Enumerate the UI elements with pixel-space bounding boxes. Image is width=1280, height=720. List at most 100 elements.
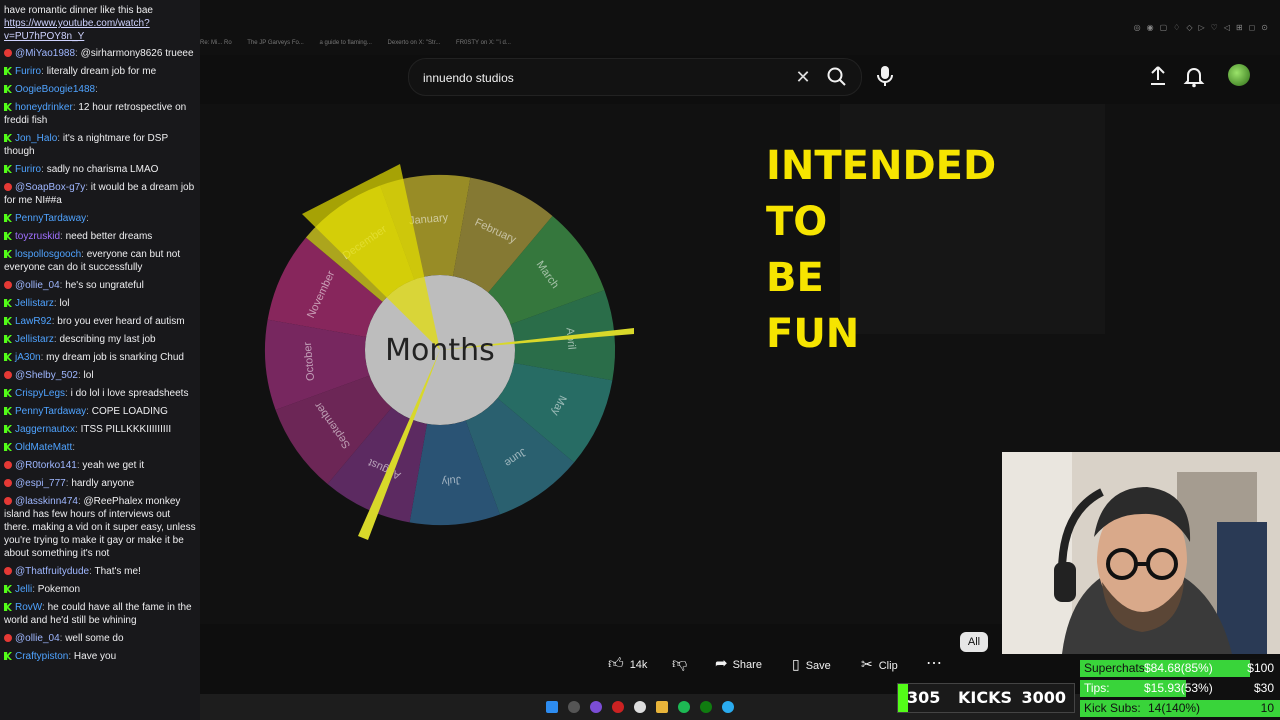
chat-separator: : (86, 213, 89, 224)
chat-message: @espi_777: hardly anyone (0, 475, 200, 493)
kick-badge-icon (4, 335, 12, 343)
chat-message: Furiro: sadly no charisma LMAO (0, 161, 200, 179)
kick-badge-icon (4, 214, 12, 222)
kick-badge-icon (4, 603, 12, 611)
tab-2[interactable]: The JP Garveys Fo... (247, 40, 304, 46)
chat-username[interactable]: LawR92 (15, 316, 52, 327)
chat-username[interactable]: CrispyLegs (15, 388, 65, 399)
file-explorer-icon[interactable] (656, 701, 668, 713)
like-button[interactable]: 👍︎ 14k (608, 648, 658, 680)
upload-icon[interactable] (1144, 63, 1172, 89)
dislike-button[interactable]: 👎︎ (672, 648, 692, 680)
more-actions-icon[interactable]: ⋯ (926, 648, 942, 680)
taskbar-app-icon[interactable] (612, 701, 624, 713)
youtube-badge-icon (4, 567, 12, 575)
chat-username[interactable]: OogieBoogie1488 (15, 84, 95, 95)
chat-username[interactable]: toyzruskid (15, 231, 60, 242)
youtube-badge-icon (4, 281, 12, 289)
chat-text: sadly no charisma LMAO (46, 164, 159, 175)
tab-3[interactable]: a guide to flaming... (320, 40, 372, 46)
chat-username[interactable]: PennyTardaway (15, 406, 86, 417)
streamer-webcam (1002, 452, 1280, 654)
taskbar-app-icon[interactable] (590, 701, 602, 713)
chat-message: @Shelby_502: lol (0, 367, 200, 385)
chat-username[interactable]: RovW (15, 602, 42, 613)
chat-message: Jelli: Pokemon (0, 581, 200, 599)
chat-username[interactable]: OldMateMatt (15, 442, 72, 453)
clip-button[interactable]: ✂ Clip (861, 648, 898, 680)
kick-badge-icon (4, 299, 12, 307)
goal-label: Superchats (1084, 661, 1145, 675)
search-bar[interactable]: ✕ (408, 58, 862, 97)
notifications-bell-icon[interactable] (1180, 63, 1208, 89)
goal-amount: 14(140%) (1148, 701, 1201, 715)
caption-word-4: FUN (766, 311, 860, 357)
chat-text: That's me! (94, 566, 141, 577)
goal-max: $30 (1253, 681, 1274, 695)
chat-message: RovW: he could have all the fame in the … (0, 599, 200, 630)
chat-username[interactable]: Furiro (15, 164, 41, 175)
filter-chip-all[interactable]: All (960, 632, 988, 652)
chat-username[interactable]: lospollosgooch (15, 249, 81, 260)
chat-username[interactable]: @R0torko141 (15, 460, 77, 471)
chat-text: Pokemon (37, 584, 81, 595)
tab-5[interactable]: FR0STY on X: "'i d... (456, 40, 511, 46)
chat-message: toyzruskid: need better dreams (0, 228, 200, 246)
chat-message: CrispyLegs: i do lol i love spreadsheets (0, 385, 200, 403)
account-avatar[interactable] (1228, 64, 1250, 86)
search-icon[interactable] (823, 63, 851, 91)
youtube-badge-icon (4, 479, 12, 487)
youtube-badge-icon (4, 497, 12, 505)
telegram-icon[interactable] (722, 701, 734, 713)
chat-username[interactable]: Jon_Halo (15, 133, 57, 144)
chat-text: i do lol i love spreadsheets (70, 388, 189, 399)
caption-word-1: INTENDED (766, 143, 997, 189)
goal-label: Kick Subs: (1084, 701, 1141, 715)
chat-username[interactable]: Jellistarz (15, 334, 54, 345)
chat-username[interactable]: @ollie_04 (15, 633, 60, 644)
goal-max: $100 (1247, 661, 1274, 675)
chat-username[interactable]: @ollie_04 (15, 280, 60, 291)
chat-username[interactable]: Jelli (15, 584, 32, 595)
chat-username[interactable]: Furiro (15, 66, 41, 77)
kick-badge-icon (4, 407, 12, 415)
chat-username[interactable]: Craftypiston (15, 651, 68, 662)
chat-username[interactable]: @Thatfruitydude (15, 566, 89, 577)
microphone-icon[interactable] (867, 60, 903, 92)
clear-search-icon[interactable]: ✕ (791, 65, 815, 89)
chat-username[interactable]: @MiYao1988 (15, 48, 75, 59)
chat-username[interactable]: Jellistarz (15, 298, 54, 309)
tab-4[interactable]: Dexerto on X: "Str... (388, 40, 441, 46)
save-button[interactable]: ▯ Save (792, 648, 831, 680)
share-label: Share (732, 659, 762, 671)
chat-username[interactable]: @lasskinn474 (15, 496, 78, 507)
chat-username[interactable]: @espi_777 (15, 478, 66, 489)
save-label: Save (805, 660, 831, 672)
chat-message: PennyTardaway: COPE LOADING (0, 403, 200, 421)
taskbar-search-icon[interactable] (568, 701, 580, 713)
chat-username[interactable]: Jaggernautxx (15, 424, 75, 435)
chat-username[interactable]: jA30n (15, 352, 41, 363)
xbox-icon[interactable] (700, 701, 712, 713)
search-input[interactable] (421, 59, 785, 97)
chat-message: LawR92: bro you ever heard of autism (0, 313, 200, 331)
chat-username[interactable]: PennyTardaway (15, 213, 86, 224)
spotify-icon[interactable] (678, 701, 690, 713)
windows-start-icon[interactable] (546, 701, 558, 713)
kick-badge-icon (4, 652, 12, 660)
chat-message: PennyTardaway: (0, 210, 200, 228)
goal-superchats: Superchats $84.68(85%) $100 (1080, 659, 1280, 678)
chat-username[interactable]: @SoapBox-g7y (15, 182, 85, 193)
browser-toolbar-icons[interactable]: ◎◉▢♢◇▷♡◁⊞◻⊙ (1134, 23, 1274, 32)
youtube-badge-icon (4, 49, 12, 57)
chat-username[interactable]: honeydrinker (15, 102, 73, 113)
chat-username[interactable]: @Shelby_502 (15, 370, 78, 381)
chat-top-link[interactable]: https://www.youtube.com/watch?v=PU7hPOY8… (4, 17, 196, 43)
share-button[interactable]: ➦ Share (715, 648, 762, 680)
tab-1[interactable]: Re: Mi... Ro (200, 40, 232, 46)
chat-message: Jellistarz: describing my last job (0, 331, 200, 349)
kick-badge-icon (4, 134, 12, 142)
youtube-badge-icon (4, 634, 12, 642)
chrome-icon[interactable] (634, 701, 646, 713)
chat-text: well some do (65, 633, 124, 644)
